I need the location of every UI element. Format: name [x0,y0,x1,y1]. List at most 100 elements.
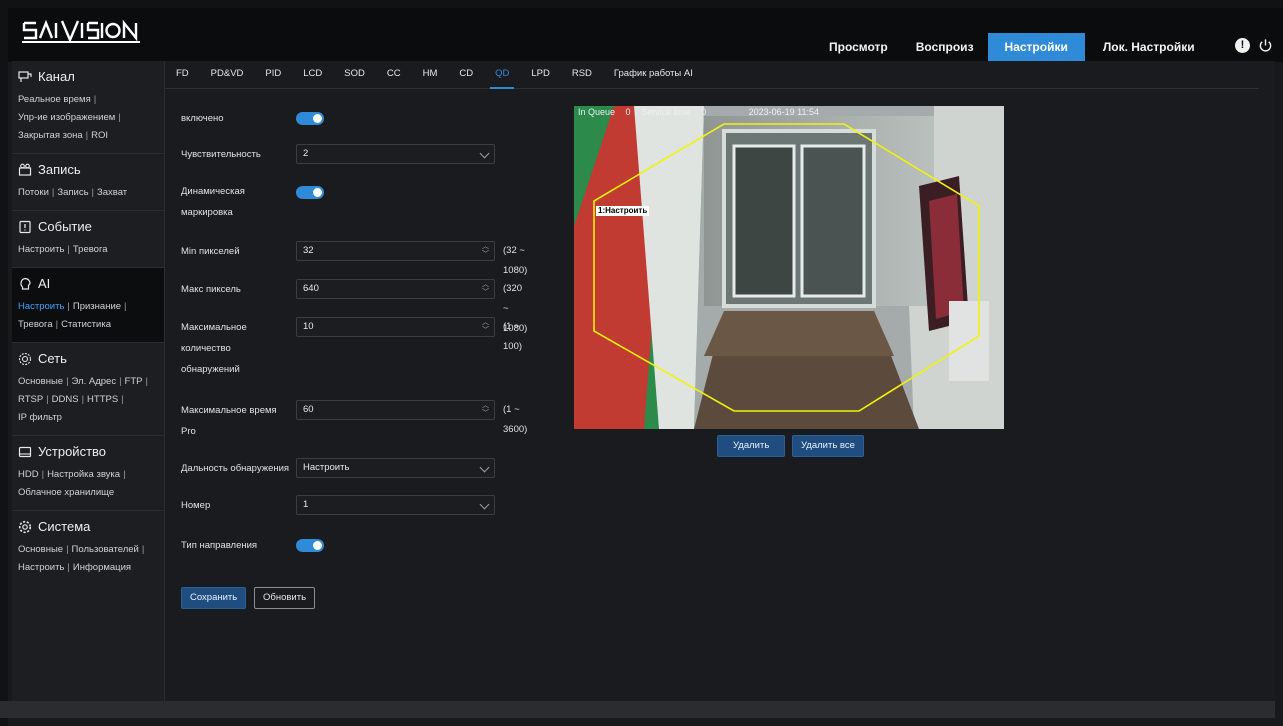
max-detections-input[interactable]: 10 ︿ ﹀ [296,317,495,337]
power-icon[interactable] [1258,38,1273,53]
sidebar-title-channel[interactable]: Канал [18,69,158,84]
sidebar-link-ai-stats[interactable]: Статистика [61,319,111,330]
enabled-label: включено [181,113,224,124]
direction-toggle[interactable] [296,539,324,552]
sensitivity-label: Чувствительность [181,149,261,160]
sidebar-link-email[interactable]: Эл. Адрес [72,376,117,387]
sidebar-link-sys-basic[interactable]: Основные [18,544,63,555]
direction-label: Тип направления [181,540,258,551]
sidebar-link-ddns[interactable]: DDNS [52,394,79,405]
sidebar-title-ai[interactable]: AI [18,276,158,291]
sidebar-title-system[interactable]: Система [18,519,158,534]
sidebar-link-cloud[interactable]: Облачное хранилище [18,487,114,498]
sidebar-title-network[interactable]: Сеть [18,351,158,366]
tab-qd[interactable]: QD [484,61,520,89]
save-button[interactable]: Сохранить [181,587,247,609]
tab-lpd[interactable]: LPD [520,61,560,88]
sidebar-link-hdd[interactable]: HDD [18,469,39,480]
chevron-down-icon [479,462,490,473]
nav-view[interactable]: Просмотр [815,33,902,62]
spinner-icon[interactable]: ︿ ﹀ [482,243,489,259]
nav-local-settings[interactable]: Лок. Настройки [1085,33,1225,62]
ai-tabs: FD PD&VD PID LCD SOD CC HM CD QD LPD RSD… [165,61,1259,89]
refresh-button[interactable]: Обновить [254,587,316,609]
sidebar-link-realtime[interactable]: Реальное время [18,94,91,105]
number-select[interactable]: 1 [296,495,495,515]
alert-icon[interactable]: ! [1235,38,1250,53]
tab-fd[interactable]: FD [165,61,200,88]
min-pixels-input[interactable]: 32 ︿ ﹀ [296,241,495,261]
sidebar-link-roi[interactable]: ROI [91,130,108,141]
detect-range-label: Дальность обнаружения [181,463,290,474]
tab-rsd[interactable]: RSD [561,61,603,88]
nav-settings[interactable]: Настройки [987,33,1085,62]
sidebar-title-label: Событие [38,219,92,234]
sidebar-link-ai-recognition[interactable]: Признание [73,301,121,312]
dynamic-toggle[interactable] [296,186,324,199]
system-icon [18,520,32,533]
sidebar-title-record[interactable]: Запись [18,162,158,177]
sidebar-link-ftp[interactable]: FTP [125,376,143,387]
sidebar-link-record[interactable]: Запись [57,187,88,198]
min-pixels-label: Min пикселей [181,246,240,257]
tab-pdvd[interactable]: PD&VD [200,61,255,88]
osd-service-count: 0 [701,107,707,117]
tab-hm[interactable]: HM [412,61,449,88]
camera-preview[interactable]: In Queue 0 Service time 0 2023-06-19 11:… [574,106,1004,429]
tab-ai-schedule[interactable]: График работы AI [603,61,704,88]
max-detections-label: Максимальное количество обнаружений [181,317,291,380]
tab-cc[interactable]: CC [376,61,412,88]
delete-all-button[interactable]: Удалить все [792,435,864,457]
sidebar-title-label: Сеть [38,351,67,366]
spinner-icon[interactable]: ︿ ﹀ [482,402,489,418]
brand-logo [22,18,140,44]
sidebar-link-rtsp[interactable]: RTSP [18,394,43,405]
dynamic-label-line2: маркировка [181,207,233,218]
max-pixels-input[interactable]: 640 ︿ ﹀ [296,279,495,299]
max-time-value: 60 [303,404,314,415]
osd-service-label: Service time [641,107,691,117]
sidebar: Канал Реальное время | Упр-ие изображение… [12,61,165,701]
sidebar-link-net-basic[interactable]: Основные [18,376,63,387]
sidebar-link-streams[interactable]: Потоки [18,187,49,198]
main-nav: Просмотр Воспроиз Настройки Лок. Настрой… [815,33,1225,62]
nav-playback[interactable]: Воспроиз [902,33,988,62]
delete-button[interactable]: Удалить [717,435,786,457]
sidebar-link-ip-filter[interactable]: IP фильтр [18,412,62,423]
osd-queue-count: 0 [625,107,631,117]
tab-lcd[interactable]: LCD [292,61,333,88]
bottom-bar [0,701,1275,718]
sidebar-link-audio[interactable]: Настройка звука [47,469,120,480]
sidebar-link-privacy[interactable]: Закрытая зона [18,130,83,141]
max-detections-value: 10 [303,321,314,332]
sidebar-section-network: Сеть Основные | Эл. Адрес | FTP | RTSP | DDNS | H… [12,343,164,436]
record-icon [18,163,32,176]
sidebar-link-sys-setup[interactable]: Настроить [18,562,64,573]
sidebar-link-capture[interactable]: Захват [97,187,127,198]
sensitivity-select[interactable]: 2 [296,144,495,164]
sidebar-link-info[interactable]: Информация [73,562,131,573]
spinner-icon[interactable]: ︿ ﹀ [482,319,489,335]
sidebar-title-label: Система [38,519,91,534]
sidebar-link-users[interactable]: Пользователей [72,544,139,555]
detect-range-select[interactable]: Настроить [296,458,495,478]
sidebar-link-https[interactable]: HTTPS [87,394,118,405]
sidebar-link-ai-setup[interactable]: Настроить [18,301,64,312]
sidebar-title-event[interactable]: Событие [18,219,158,234]
chevron-down-icon [479,499,490,510]
main-panel: FD PD&VD PID LCD SOD CC HM CD QD LPD RSD… [165,61,1275,701]
tab-sod[interactable]: SOD [333,61,376,88]
tab-cd[interactable]: CD [448,61,484,88]
top-icons: ! [1235,38,1273,53]
sidebar-link-ai-alarm[interactable]: Тревога [18,319,53,330]
tab-pid[interactable]: PID [254,61,292,88]
sidebar-title-device[interactable]: Устройство [18,444,158,459]
channel-icon [18,70,32,82]
spinner-icon[interactable]: ︿ ﹀ [482,281,489,297]
sidebar-link-event-alarm[interactable]: Тревога [73,244,108,255]
sidebar-link-event-setup[interactable]: Настроить [18,244,64,255]
enabled-toggle[interactable] [296,112,324,125]
sidebar-link-image[interactable]: Упр-ие изображением [18,112,115,123]
max-time-input[interactable]: 60 ︿ ﹀ [296,400,495,420]
sensitivity-value: 2 [303,148,309,159]
